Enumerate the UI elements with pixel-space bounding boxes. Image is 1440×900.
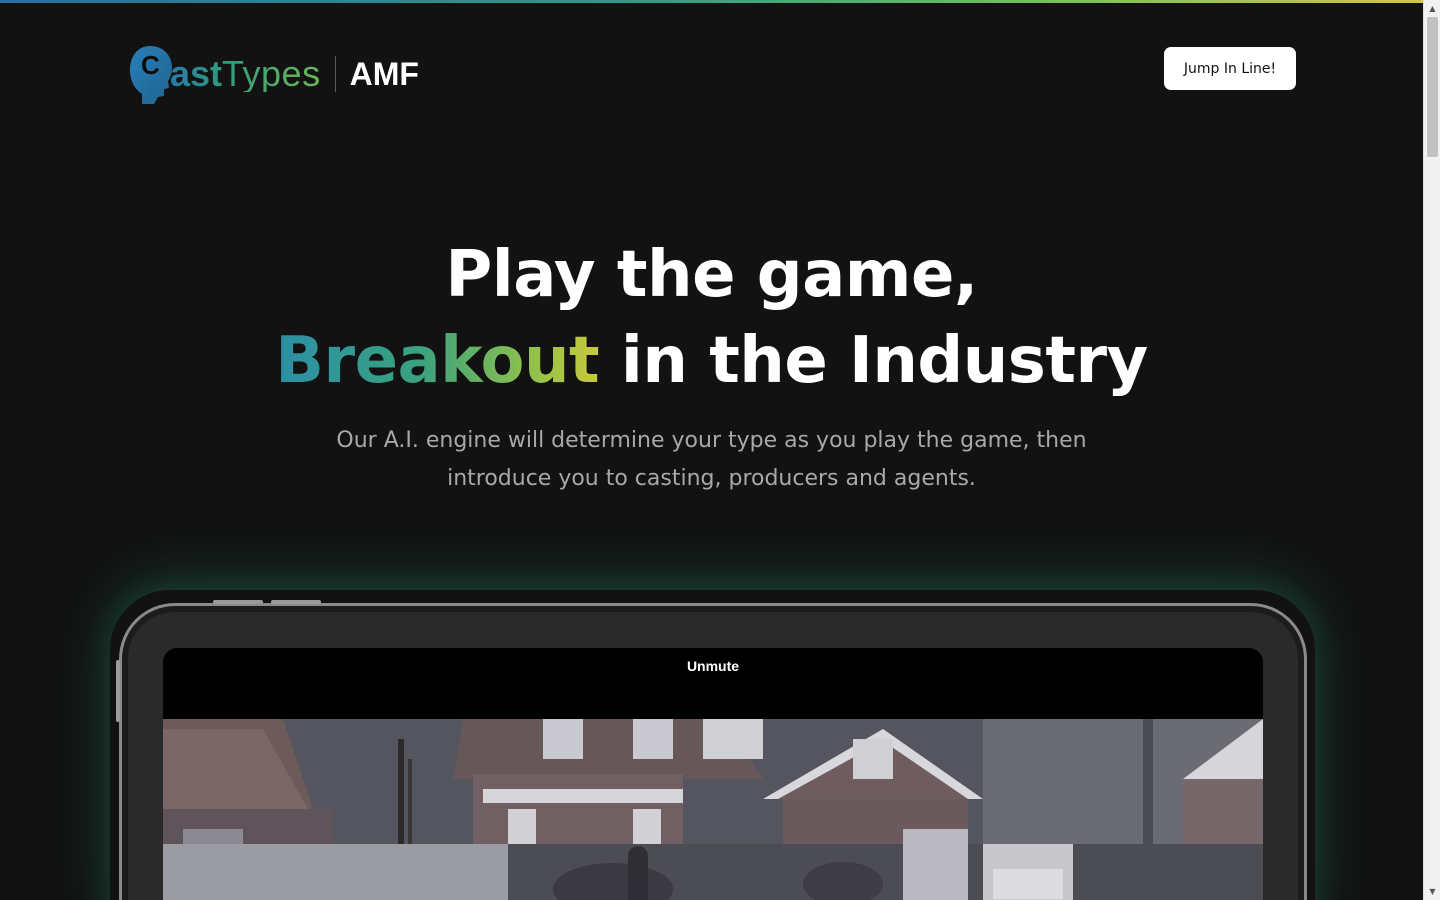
- device-top-button: [271, 600, 321, 604]
- jump-in-line-button[interactable]: Jump In Line!: [1164, 47, 1296, 90]
- video-player[interactable]: Unmute: [163, 648, 1263, 900]
- hero-title-line2: in the Industry: [599, 324, 1148, 398]
- logo-word-bold: ast: [170, 53, 223, 94]
- logo-wordmark: ast Types: [170, 56, 321, 92]
- device-side-button: [116, 660, 120, 722]
- snowy-house-scene-image: [163, 719, 1263, 900]
- hero-title-line1: Play the game,: [445, 238, 978, 312]
- logo-word-thin: Types: [222, 53, 321, 94]
- site-header: C ast Types AMF Jump In Line!: [0, 3, 1423, 133]
- page-scrollbar[interactable]: ▲ ▼: [1423, 0, 1440, 900]
- logo[interactable]: C ast Types AMF: [128, 43, 419, 105]
- scroll-up-arrow-icon[interactable]: ▲: [1424, 0, 1440, 17]
- video-frame[interactable]: [163, 719, 1263, 900]
- device-top-button: [213, 600, 263, 604]
- hero-subtitle: Our A.I. engine will determine your type…: [320, 422, 1103, 498]
- hero-subtitle-line1: Our A.I. engine will determine your type…: [336, 428, 1087, 453]
- logo-divider: [334, 56, 336, 92]
- hero-title: Play the game, Breakout in the Industry: [0, 232, 1423, 404]
- unmute-button[interactable]: Unmute: [163, 658, 1263, 674]
- scrollbar-thumb[interactable]: [1427, 17, 1438, 157]
- hero-title-accent: Breakout: [275, 324, 600, 398]
- head-silhouette-icon: C: [128, 44, 174, 104]
- scroll-down-arrow-icon[interactable]: ▼: [1424, 883, 1440, 900]
- logo-suffix: AMF: [349, 55, 419, 92]
- logo-initial: C: [141, 50, 160, 80]
- hero-subtitle-line2: introduce you to casting, producers and …: [447, 466, 976, 491]
